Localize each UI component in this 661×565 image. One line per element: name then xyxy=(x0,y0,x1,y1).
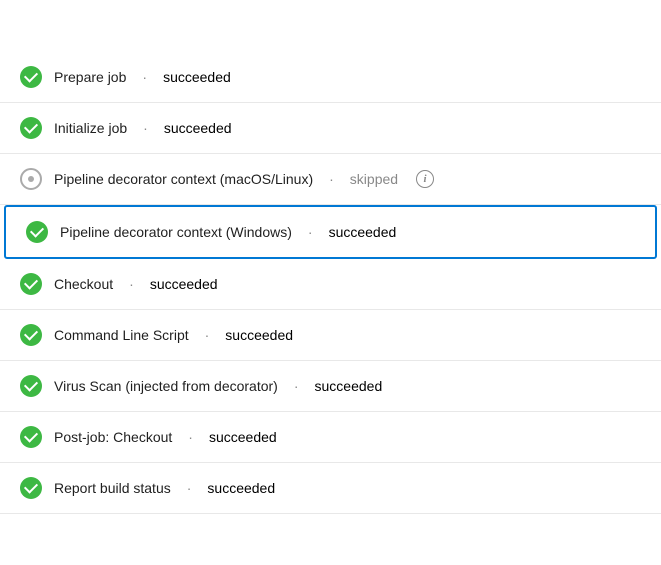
status-icon-initialize-job xyxy=(20,117,42,139)
job-item-checkout[interactable]: Checkout · succeeded xyxy=(0,259,661,310)
status-text-command-line-script: succeeded xyxy=(225,327,293,343)
status-text-report-build-status: succeeded xyxy=(207,480,275,496)
job-label-checkout: Checkout xyxy=(54,276,113,292)
job-item-pipeline-decorator-windows[interactable]: Pipeline decorator context (Windows) · suc… xyxy=(4,205,657,259)
status-text-prepare-job: succeeded xyxy=(163,69,231,85)
status-text-checkout: succeeded xyxy=(150,276,218,292)
job-item-post-job-checkout[interactable]: Post-job: Checkout · succeeded xyxy=(0,412,661,463)
job-label-pipeline-decorator-macos: Pipeline decorator context (macOS/Linux) xyxy=(54,171,313,187)
status-icon-pipeline-decorator-macos xyxy=(20,168,42,190)
job-item-initialize-job[interactable]: Initialize job · succeeded xyxy=(0,103,661,154)
separator-prepare-job: · xyxy=(142,69,147,85)
job-label-virus-scan: Virus Scan (injected from decorator) xyxy=(54,378,278,394)
job-item-pipeline-decorator-macos[interactable]: Pipeline decorator context (macOS/Linux)… xyxy=(0,154,661,205)
separator-post-job-checkout: · xyxy=(188,429,193,445)
status-icon-prepare-job xyxy=(20,66,42,88)
job-item-command-line-script[interactable]: Command Line Script · succeeded xyxy=(0,310,661,361)
separator-initialize-job: · xyxy=(143,120,148,136)
job-label-post-job-checkout: Post-job: Checkout xyxy=(54,429,172,445)
job-item-report-build-status[interactable]: Report build status · succeeded xyxy=(0,463,661,514)
separator-report-build-status: · xyxy=(187,480,192,496)
job-label-pipeline-decorator-windows: Pipeline decorator context (Windows) xyxy=(60,224,292,240)
separator-pipeline-decorator-macos: · xyxy=(329,171,334,187)
separator-command-line-script: · xyxy=(205,327,210,343)
status-text-pipeline-decorator-windows: succeeded xyxy=(329,224,397,240)
separator-checkout: · xyxy=(129,276,134,292)
status-icon-pipeline-decorator-windows xyxy=(26,221,48,243)
separator-virus-scan: · xyxy=(294,378,299,394)
job-list: Prepare job · succeeded Initialize job · succ… xyxy=(0,52,661,514)
job-label-initialize-job: Initialize job xyxy=(54,120,127,136)
status-icon-post-job-checkout xyxy=(20,426,42,448)
status-icon-virus-scan xyxy=(20,375,42,397)
status-icon-command-line-script xyxy=(20,324,42,346)
status-text-post-job-checkout: succeeded xyxy=(209,429,277,445)
job-label-prepare-job: Prepare job xyxy=(54,69,126,85)
status-text-virus-scan: succeeded xyxy=(315,378,383,394)
job-label-command-line-script: Command Line Script xyxy=(54,327,189,343)
status-text-pipeline-decorator-macos: skipped xyxy=(350,171,398,187)
status-icon-report-build-status xyxy=(20,477,42,499)
job-item-virus-scan[interactable]: Virus Scan (injected from decorator) · suc… xyxy=(0,361,661,412)
job-label-report-build-status: Report build status xyxy=(54,480,171,496)
job-item-prepare-job[interactable]: Prepare job · succeeded xyxy=(0,52,661,103)
status-icon-checkout xyxy=(20,273,42,295)
separator-pipeline-decorator-windows: · xyxy=(308,224,313,240)
status-text-initialize-job: succeeded xyxy=(164,120,232,136)
info-icon-pipeline-decorator-macos[interactable]: i xyxy=(416,170,434,188)
